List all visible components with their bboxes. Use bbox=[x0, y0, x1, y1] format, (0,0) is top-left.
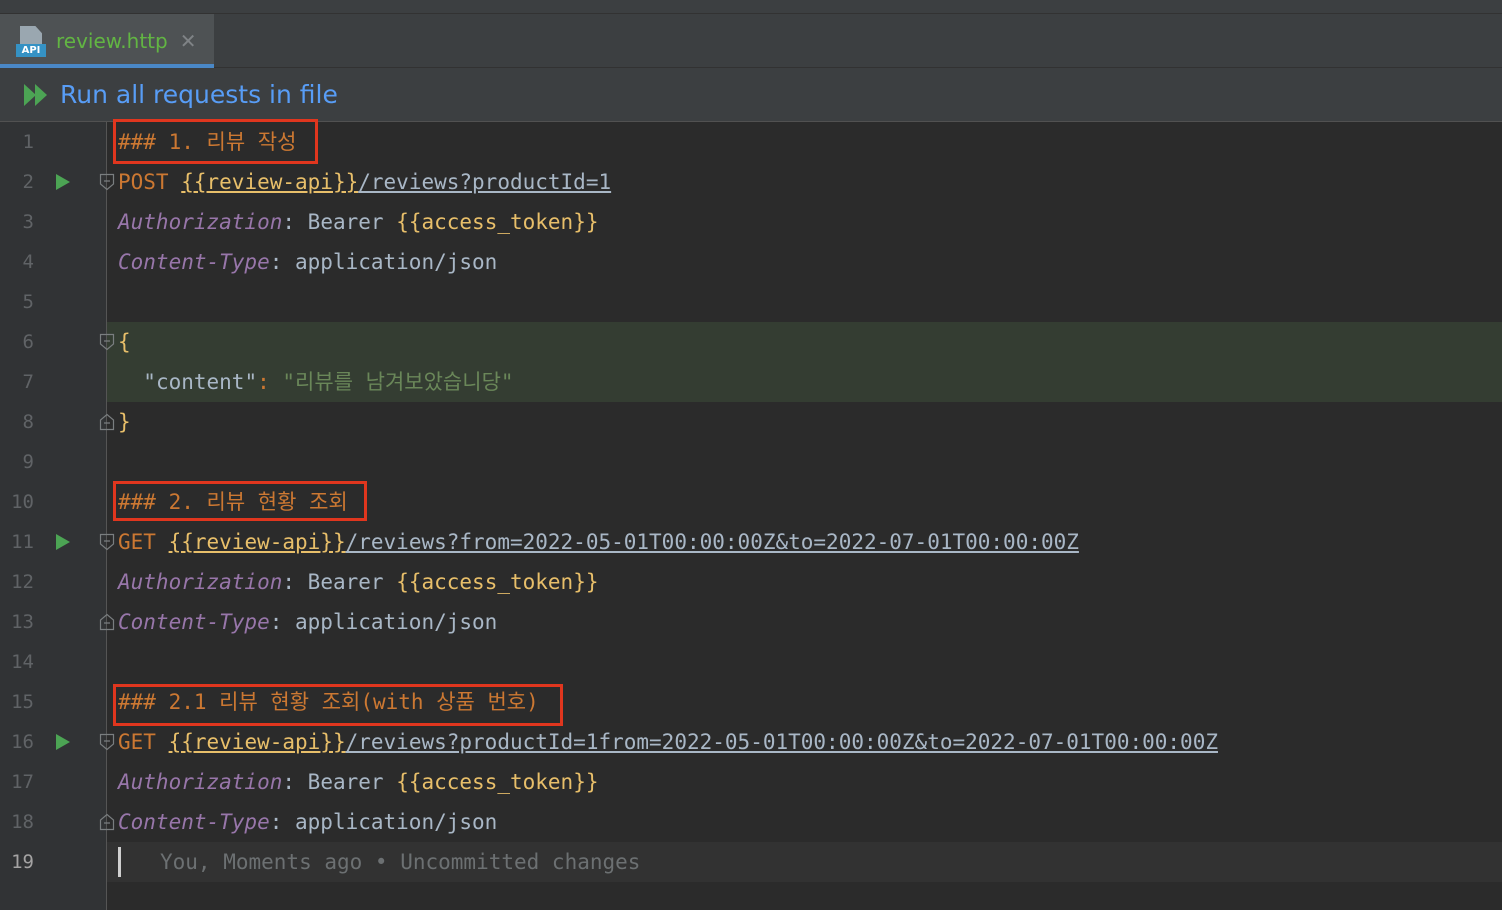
http-method: GET bbox=[118, 530, 156, 554]
header-name: Authorization bbox=[118, 770, 283, 794]
code-text[interactable]: } bbox=[118, 402, 131, 442]
line-number: 7 bbox=[22, 371, 34, 393]
code-line-17: 17 Authorization: Bearer {{access_token}… bbox=[0, 762, 1502, 802]
line-number: 1 bbox=[22, 131, 34, 153]
annotation-box-3 bbox=[113, 684, 563, 726]
code-text[interactable]: Content-Type: application/json bbox=[118, 602, 497, 642]
code-text[interactable]: Authorization: Bearer {{access_token}} bbox=[118, 762, 598, 802]
request-path: /reviews?productId=1 bbox=[358, 170, 612, 194]
fold-close-icon[interactable] bbox=[99, 613, 115, 631]
line-number: 8 bbox=[22, 411, 34, 433]
code-line-12: 12 Authorization: Bearer {{access_token}… bbox=[0, 562, 1502, 602]
git-blame-annotation: You, Moments ago • Uncommitted changes bbox=[160, 850, 641, 874]
fold-open-icon[interactable] bbox=[99, 333, 115, 351]
line-number: 16 bbox=[11, 731, 34, 753]
header-name: Content-Type bbox=[118, 610, 270, 634]
line-number-current: 19 bbox=[11, 851, 34, 873]
line-number: 3 bbox=[22, 211, 34, 233]
env-variable: {{access_token}} bbox=[396, 770, 599, 794]
code-text[interactable]: GET {{review-api}}/reviews?from=2022-05-… bbox=[118, 522, 1079, 562]
code-line-4: 4 Content-Type: application/json bbox=[0, 242, 1502, 282]
code-line-2: 2 POST {{review-api}}/reviews?productId=… bbox=[0, 162, 1502, 202]
code-line-3: 3 Authorization: Bearer {{access_token}} bbox=[0, 202, 1502, 242]
code-line-5: 5 bbox=[0, 282, 1502, 322]
header-value: Bearer bbox=[295, 210, 397, 234]
run-request-icon[interactable] bbox=[54, 172, 72, 192]
tab-review-http[interactable]: API review.http ✕ bbox=[0, 14, 214, 68]
line-number: 2 bbox=[22, 171, 34, 193]
env-variable: {{review-api}} bbox=[181, 170, 359, 194]
json-brace-open: { bbox=[118, 330, 131, 354]
env-variable: {{access_token}} bbox=[396, 210, 599, 234]
run-all-requests-link[interactable]: Run all requests in file bbox=[60, 80, 338, 109]
header-name: Authorization bbox=[118, 570, 283, 594]
code-line-6: 6 { bbox=[0, 322, 1502, 362]
window-top-strip bbox=[0, 0, 1502, 14]
json-string-value: "리뷰를 남겨보았습니당" bbox=[282, 370, 514, 394]
fold-open-icon[interactable] bbox=[99, 733, 115, 751]
code-line-7: 7 "content": "리뷰를 남겨보았습니당" bbox=[0, 362, 1502, 402]
line-number: 17 bbox=[11, 771, 34, 793]
code-text[interactable]: { bbox=[118, 322, 131, 362]
code-line-18: 18 Content-Type: application/json bbox=[0, 802, 1502, 842]
json-key: "content" bbox=[143, 370, 258, 394]
line-number: 14 bbox=[11, 651, 34, 673]
http-method: GET bbox=[118, 730, 156, 754]
code-line-8: 8 } bbox=[0, 402, 1502, 442]
fold-close-icon[interactable] bbox=[99, 413, 115, 431]
request-path: /reviews?productId=1from=2022-05-01T00:0… bbox=[345, 730, 1218, 754]
tab-filename: review.http bbox=[56, 29, 168, 53]
code-line-9: 9 bbox=[0, 442, 1502, 482]
code-text[interactable]: Authorization: Bearer {{access_token}} bbox=[118, 202, 598, 242]
http-file-icon: API bbox=[16, 25, 48, 57]
code-line-11: 11 GET {{review-api}}/reviews?from=2022-… bbox=[0, 522, 1502, 562]
line-number: 15 bbox=[11, 691, 34, 713]
run-request-icon[interactable] bbox=[54, 732, 72, 752]
header-name: Content-Type bbox=[118, 810, 270, 834]
line-number: 6 bbox=[22, 331, 34, 353]
header-value: Bearer bbox=[295, 770, 397, 794]
line-number: 11 bbox=[11, 531, 34, 553]
code-text[interactable]: "content": "리뷰를 남겨보았습니당" bbox=[118, 362, 514, 402]
env-variable: {{review-api}} bbox=[168, 730, 346, 754]
fold-open-icon[interactable] bbox=[99, 173, 115, 191]
header-value: application/json bbox=[282, 250, 498, 274]
run-request-icon[interactable] bbox=[54, 532, 72, 552]
header-name: Content-Type bbox=[118, 250, 270, 274]
text-caret bbox=[118, 847, 121, 877]
json-brace-close: } bbox=[118, 410, 131, 434]
editor-tab-bar: API review.http ✕ bbox=[0, 14, 1502, 68]
run-all-toolbar: Run all requests in file bbox=[0, 68, 1502, 122]
line-number: 4 bbox=[22, 251, 34, 273]
line-number: 5 bbox=[22, 291, 34, 313]
code-line-16: 16 GET {{review-api}}/reviews?productId=… bbox=[0, 722, 1502, 762]
env-variable: {{review-api}} bbox=[168, 530, 346, 554]
run-all-icon[interactable] bbox=[22, 82, 52, 108]
annotation-box-1 bbox=[113, 119, 318, 164]
line-number: 9 bbox=[22, 451, 34, 473]
env-variable: {{access_token}} bbox=[396, 570, 599, 594]
request-path: /reviews?from=2022-05-01T00:00:00Z&to=20… bbox=[345, 530, 1079, 554]
line-number: 12 bbox=[11, 571, 34, 593]
code-line-13: 13 Content-Type: application/json bbox=[0, 602, 1502, 642]
close-icon[interactable]: ✕ bbox=[180, 29, 197, 53]
line-number: 10 bbox=[11, 491, 34, 513]
header-value: application/json bbox=[282, 610, 498, 634]
code-line-19: 19 You, Moments ago • Uncommitted change… bbox=[0, 842, 1502, 882]
code-text[interactable]: POST {{review-api}}/reviews?productId=1 bbox=[118, 162, 611, 202]
annotation-box-2 bbox=[113, 481, 367, 521]
code-line-14: 14 bbox=[0, 642, 1502, 682]
line-number: 13 bbox=[11, 611, 34, 633]
code-text[interactable]: Content-Type: application/json bbox=[118, 242, 497, 282]
fold-open-icon[interactable] bbox=[99, 533, 115, 551]
code-text[interactable]: Authorization: Bearer {{access_token}} bbox=[118, 562, 598, 602]
header-value: application/json bbox=[282, 810, 498, 834]
code-text[interactable]: Content-Type: application/json bbox=[118, 802, 497, 842]
line-number: 18 bbox=[11, 811, 34, 833]
code-text[interactable]: GET {{review-api}}/reviews?productId=1fr… bbox=[118, 722, 1218, 762]
http-method: POST bbox=[118, 170, 169, 194]
header-name: Authorization bbox=[118, 210, 283, 234]
header-value: Bearer bbox=[295, 570, 397, 594]
fold-close-icon[interactable] bbox=[99, 813, 115, 831]
